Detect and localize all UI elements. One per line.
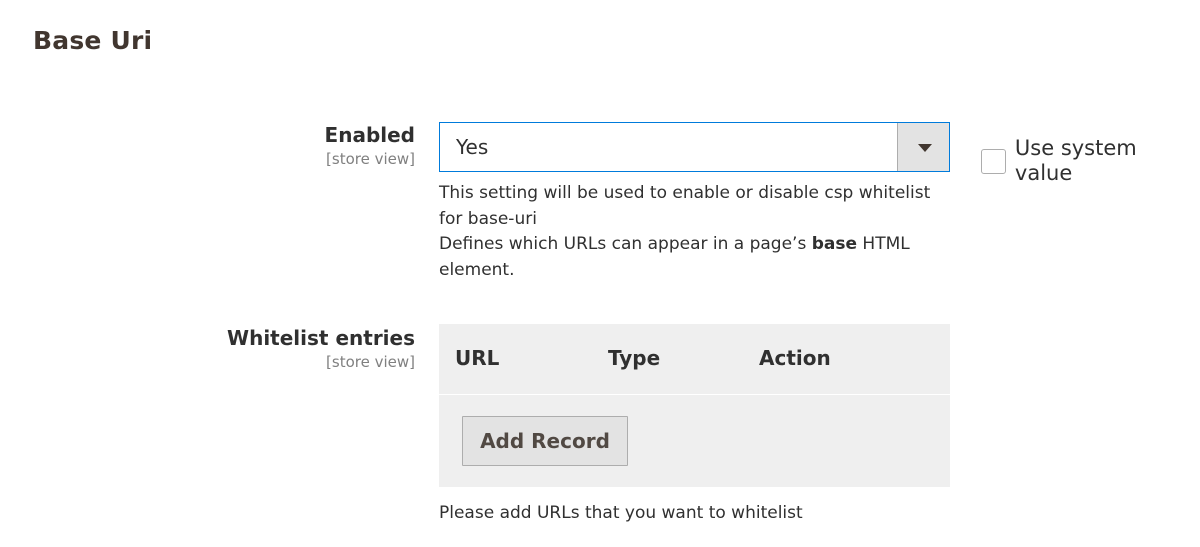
add-record-button[interactable]: Add Record <box>462 416 628 466</box>
enabled-scope: [store view] <box>326 150 415 168</box>
section-title: Base Uri <box>33 26 153 55</box>
column-header-action: Action <box>759 346 831 370</box>
column-header-url: URL <box>455 346 500 370</box>
enabled-note: This setting will be used to enable or d… <box>439 181 949 283</box>
note-text-bold: base <box>811 234 858 254</box>
enabled-label: Enabled <box>324 123 415 147</box>
use-system-value[interactable]: Use system value <box>981 136 1200 186</box>
use-system-value-checkbox[interactable] <box>981 148 1006 174</box>
enabled-note-line1: This setting will be used to enable or d… <box>439 183 931 229</box>
whitelist-label-group: Whitelist entries [store view] <box>227 325 415 373</box>
use-system-value-label[interactable]: Use system value <box>1015 136 1200 186</box>
whitelist-scope: [store view] <box>326 353 415 371</box>
select-arrow-button[interactable] <box>897 123 949 171</box>
triangle-down-icon <box>918 144 932 152</box>
whitelist-hint: Please add URLs that you want to whiteli… <box>439 503 803 523</box>
enabled-select-value: Yes <box>456 135 489 159</box>
enabled-select[interactable]: Yes <box>439 122 950 172</box>
whitelist-label: Whitelist entries <box>227 326 415 350</box>
whitelist-grid: URL Type Action Add Record <box>439 324 950 487</box>
grid-header: URL Type Action <box>439 324 950 395</box>
column-header-type: Type <box>608 346 661 370</box>
enabled-label-group: Enabled [store view] <box>325 122 415 170</box>
enabled-note-line2: Defines which URLs can appear in a page’… <box>439 232 949 283</box>
note-text-pre: Defines which URLs can appear in a page’… <box>439 234 812 254</box>
config-page: Base Uri Enabled [store view] Yes Use sy… <box>0 0 1200 547</box>
